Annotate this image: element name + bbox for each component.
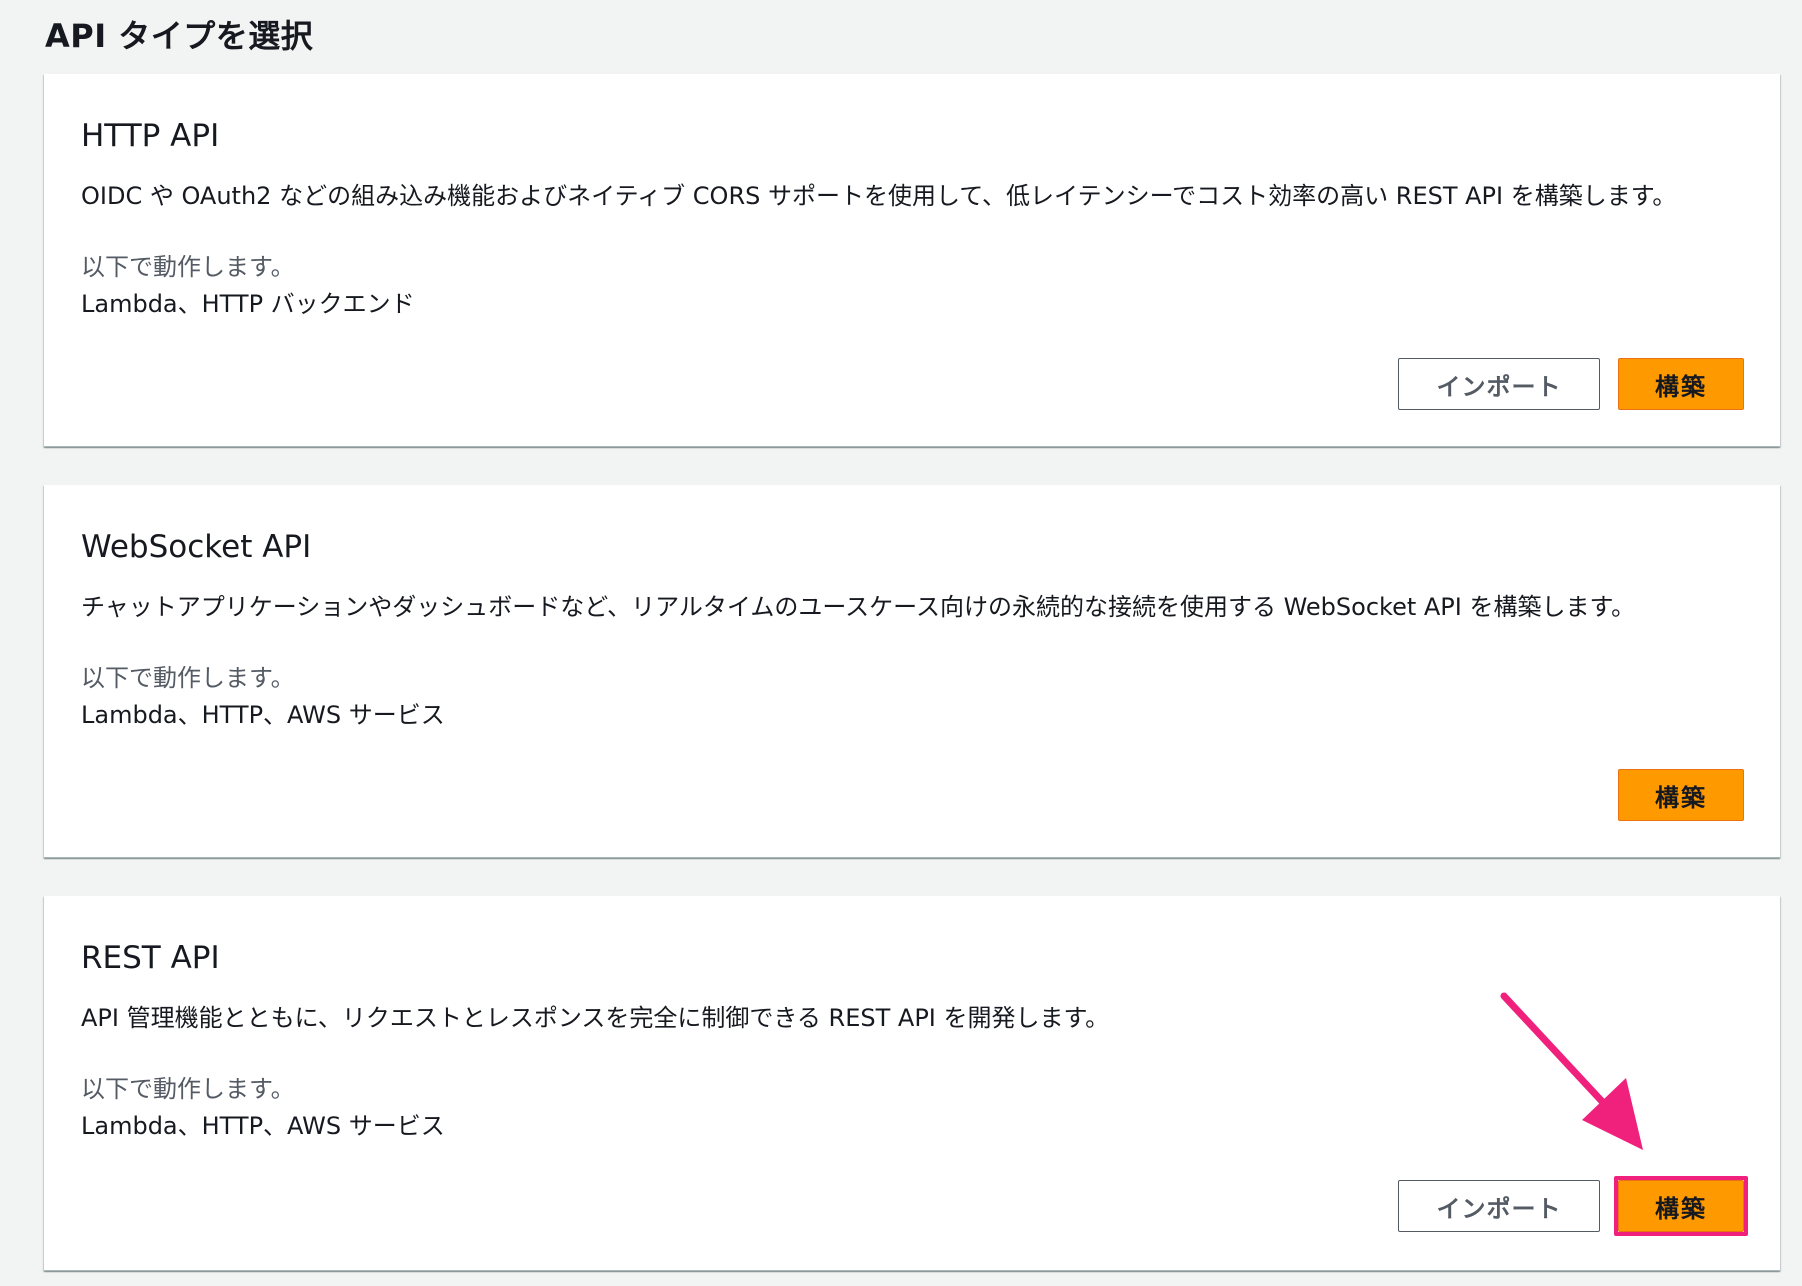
build-button[interactable]: 構築 <box>1618 769 1744 821</box>
api-type-card-http: HTTP API OIDC や OAuth2 などの組み込み機能およびネイティブ… <box>44 74 1780 447</box>
works-with-value: Lambda、HTTP、AWS サービス <box>81 701 445 729</box>
card-description: API 管理機能とともに、リクエストとレスポンスを完全に制御できる REST A… <box>81 1004 1110 1032</box>
card-title: REST API <box>81 940 220 976</box>
works-with-label: 以下で動作します。 <box>81 1075 295 1103</box>
works-with-value: Lambda、HTTP バックエンド <box>81 290 415 318</box>
works-with-value: Lambda、HTTP、AWS サービス <box>81 1112 445 1140</box>
card-description: OIDC や OAuth2 などの組み込み機能およびネイティブ CORS サポー… <box>81 182 1677 210</box>
works-with-label: 以下で動作します。 <box>81 253 295 281</box>
api-type-card-websocket: WebSocket API チャットアプリケーションやダッシュボードなど、リアル… <box>44 485 1780 858</box>
build-button[interactable]: 構築 <box>1618 1180 1744 1232</box>
import-button[interactable]: インポート <box>1398 1180 1600 1232</box>
api-type-card-rest: REST API API 管理機能とともに、リクエストとレスポンスを完全に制御で… <box>44 896 1780 1271</box>
import-button[interactable]: インポート <box>1398 358 1600 410</box>
card-description: チャットアプリケーションやダッシュボードなど、リアルタイムのユースケース向けの永… <box>81 593 1636 621</box>
works-with-label: 以下で動作します。 <box>81 664 295 692</box>
card-title: HTTP API <box>81 118 220 154</box>
build-button[interactable]: 構築 <box>1618 358 1744 410</box>
card-title: WebSocket API <box>81 529 312 565</box>
page-title: API タイプを選択 <box>45 17 314 55</box>
